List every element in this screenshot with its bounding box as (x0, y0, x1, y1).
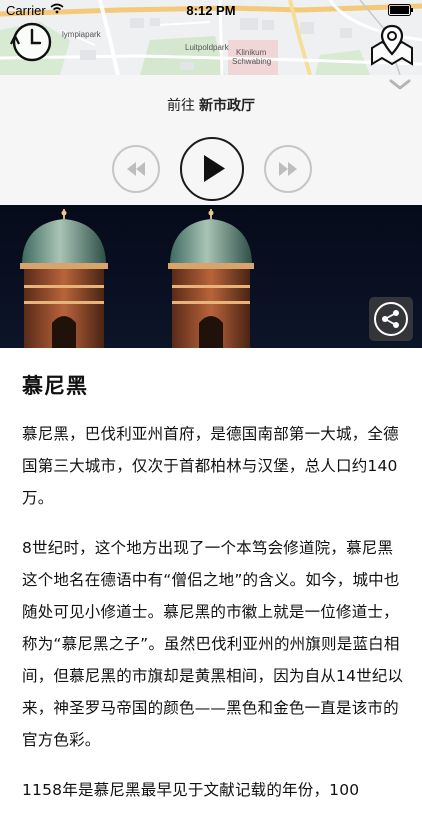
location-pins-icon (371, 24, 413, 66)
chevron-down-icon[interactable] (388, 78, 412, 92)
rewind-button[interactable] (112, 145, 160, 193)
map-label: Klinikum (236, 48, 267, 57)
clock-back-button[interactable] (7, 18, 55, 66)
rewind-icon (127, 162, 145, 176)
city-photo (0, 205, 422, 348)
battery-icon (388, 4, 413, 16)
church-towers-image (0, 205, 422, 348)
map-label: lympiapark (62, 30, 101, 39)
play-icon (204, 155, 225, 182)
destination-name: 新市政厅 (199, 98, 255, 114)
location-pins-button[interactable] (368, 20, 416, 68)
article-paragraph: 慕尼黑，巴伐利亚州首府，是德国南部第一大城，全德国第三大城市，仅次于首都柏林与汉… (22, 425, 399, 507)
map-label: Schwabing (232, 57, 272, 66)
article-paragraph: 8世纪时，这个地方出现了一个本笃会修道院，慕尼黑这个地名在德语中有“僧侣之地”的… (22, 539, 404, 749)
article-body: 慕尼黑 慕尼黑，巴伐利亚州首府，是德国南部第一大城，全德国第三大城市，仅次于首都… (22, 348, 406, 824)
fast-forward-icon (279, 162, 297, 176)
status-bar: Carrier 8:12 PM (0, 0, 422, 20)
share-icon (374, 302, 408, 336)
clock-back-icon (10, 22, 52, 62)
map-label: Luitpoldpark (185, 43, 229, 52)
share-button[interactable] (369, 297, 413, 341)
destination-heading: 前往 新市政厅 (0, 95, 422, 115)
article-title: 慕尼黑 (22, 374, 88, 398)
article-paragraph: 1158年是慕尼黑最早见于文献记载的年份，100 (22, 781, 360, 799)
destination-prefix: 前往 (167, 98, 195, 114)
status-time: 8:12 PM (186, 3, 236, 18)
play-button[interactable] (180, 137, 244, 201)
map-header[interactable]: lympiapark Luitpoldpark Klinikum Schwabi… (0, 0, 422, 75)
fast-forward-button[interactable] (264, 145, 312, 193)
audio-player: 前往 新市政厅 (0, 75, 422, 205)
